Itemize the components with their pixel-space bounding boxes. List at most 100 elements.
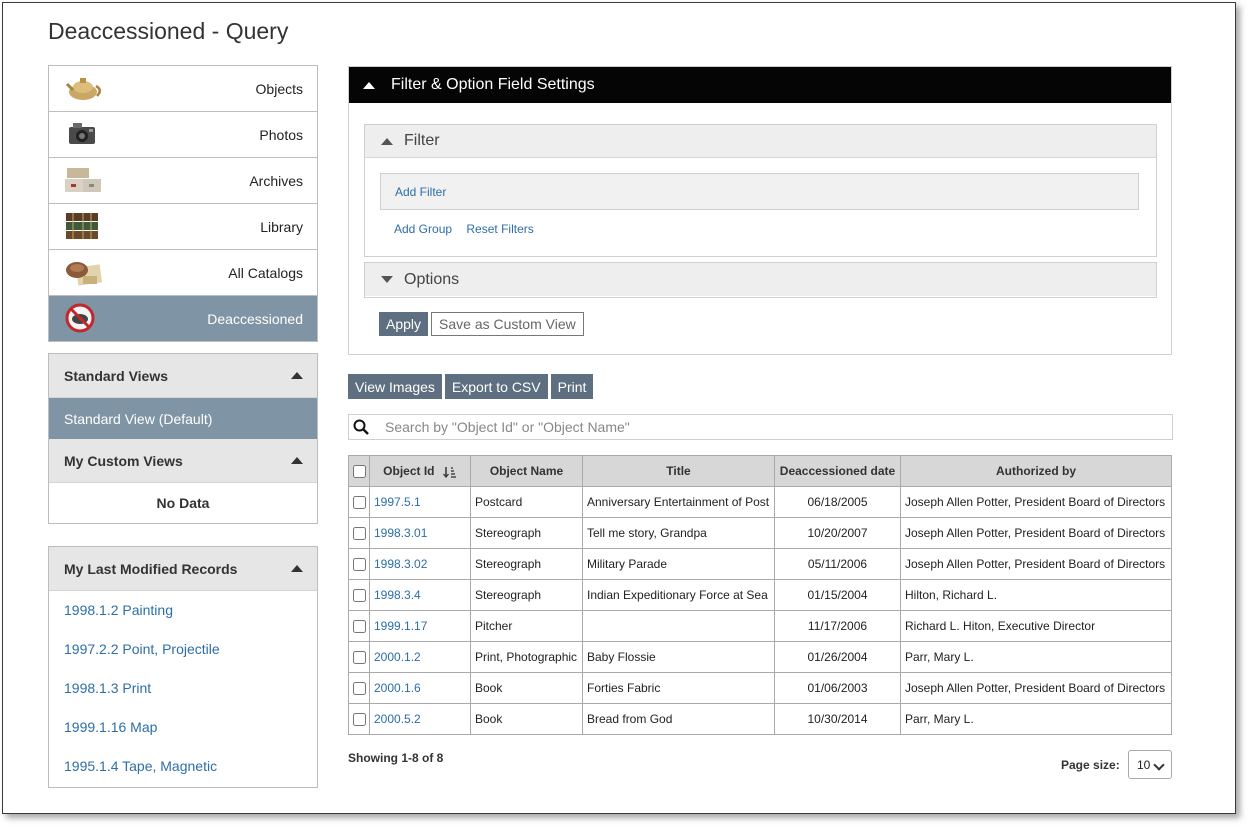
table-row: 1998.3.01 Stereograph Tell me story, Gra… — [348, 517, 1172, 549]
row-select-cell — [348, 703, 370, 735]
authorized-by-cell: Parr, Mary L. — [900, 703, 1172, 735]
table-row: 1998.3.02 Stereograph Military Parade 05… — [348, 548, 1172, 580]
views-panel: Standard Views Standard View (Default) M… — [48, 353, 318, 524]
custom-views-header[interactable]: My Custom Views — [49, 439, 317, 483]
row-select-cell — [348, 486, 370, 518]
collapse-icon[interactable] — [291, 565, 303, 572]
search-bar — [348, 414, 1173, 440]
standard-view-default[interactable]: Standard View (Default) — [49, 398, 317, 439]
catalog-item-deaccessioned[interactable]: Deaccessioned — [49, 296, 317, 341]
column-header-object-id[interactable]: Object Id — [369, 455, 471, 487]
row-select-cell — [348, 548, 370, 580]
catalog-label: Library — [260, 218, 303, 235]
app-window: Deaccessioned - Query Objects Photos Arc… — [2, 2, 1236, 814]
table-row: 1998.3.4 Stereograph Indian Expeditionar… — [348, 579, 1172, 611]
object-id-link[interactable]: 1998.3.4 — [369, 579, 471, 611]
view-images-button[interactable]: View Images — [348, 374, 442, 399]
page-size-select[interactable]: 10 — [1128, 750, 1172, 779]
row-checkbox[interactable] — [352, 527, 366, 541]
row-checkbox[interactable] — [352, 713, 366, 727]
object-name-cell: Book — [470, 672, 583, 704]
filter-buttons: Apply Save as Custom View — [379, 312, 584, 336]
catalog-item-photos[interactable]: Photos — [49, 112, 317, 158]
row-select-cell — [348, 610, 370, 642]
object-name-cell: Print, Photographic — [470, 641, 583, 673]
add-filter-link[interactable]: Add Filter — [380, 173, 1139, 210]
custom-views-empty: No Data — [156, 495, 210, 511]
last-modified-item[interactable]: 1998.1.2 Painting — [49, 591, 317, 630]
select-all-checkbox[interactable] — [352, 465, 366, 479]
add-group-link[interactable]: Add Group — [394, 222, 452, 236]
catalog-menu: Objects Photos Archives Library All Cata… — [48, 65, 318, 342]
last-modified-header[interactable]: My Last Modified Records — [49, 547, 317, 591]
export-csv-button[interactable]: Export to CSV — [444, 374, 548, 399]
row-checkbox[interactable] — [352, 589, 366, 603]
search-input[interactable] — [373, 415, 1147, 439]
collapse-icon[interactable] — [291, 372, 303, 379]
authorized-by-cell: Joseph Allen Potter, President Board of … — [900, 672, 1172, 704]
expand-icon — [381, 276, 393, 283]
filter-option-header[interactable]: Filter & Option Field Settings — [349, 67, 1171, 103]
title-cell: Forties Fabric — [582, 672, 775, 704]
date-cell: 10/30/2014 — [774, 703, 901, 735]
table-row: 2000.1.2 Print, Photographic Baby Flossi… — [348, 641, 1172, 673]
authorized-by-cell: Joseph Allen Potter, President Board of … — [900, 548, 1172, 580]
catalog-item-library[interactable]: Library — [49, 204, 317, 250]
authorized-by-cell: Hilton, Richard L. — [900, 579, 1172, 611]
print-button[interactable]: Print — [550, 374, 594, 399]
authorized-by-cell: Joseph Allen Potter, President Board of … — [900, 517, 1172, 549]
date-cell: 01/26/2004 — [774, 641, 901, 673]
search-icon[interactable] — [349, 415, 373, 439]
collection-icon — [66, 262, 103, 286]
column-header-authorized-by[interactable]: Authorized by — [900, 455, 1172, 487]
standard-views-header[interactable]: Standard Views — [49, 354, 317, 398]
boxes-icon — [65, 168, 101, 192]
options-section-header[interactable]: Options — [365, 263, 1156, 296]
object-id-link[interactable]: 2000.1.6 — [369, 672, 471, 704]
row-select-cell — [348, 641, 370, 673]
authorized-by-cell: Joseph Allen Potter, President Board of … — [900, 486, 1172, 518]
collapse-icon — [363, 81, 375, 89]
date-cell: 10/20/2007 — [774, 517, 901, 549]
row-checkbox[interactable] — [352, 496, 366, 510]
last-modified-item[interactable]: 1998.1.3 Print — [49, 669, 317, 708]
catalog-item-all-catalogs[interactable]: All Catalogs — [49, 250, 317, 296]
catalog-item-objects[interactable]: Objects — [49, 66, 317, 112]
row-checkbox[interactable] — [352, 651, 366, 665]
catalog-item-archives[interactable]: Archives — [49, 158, 317, 204]
collapse-icon[interactable] — [291, 457, 303, 464]
save-custom-view-button[interactable]: Save as Custom View — [431, 312, 584, 336]
table-row: 1999.1.17 Pitcher 11/17/2006 Richard L. … — [348, 610, 1172, 642]
last-modified-item[interactable]: 1995.1.4 Tape, Magnetic — [49, 747, 317, 786]
catalog-label: Archives — [249, 172, 303, 189]
row-checkbox[interactable] — [352, 620, 366, 634]
object-id-link[interactable]: 2000.5.2 — [369, 703, 471, 735]
object-id-link[interactable]: 1999.1.17 — [369, 610, 471, 642]
title-cell: Military Parade — [582, 548, 775, 580]
showing-count: Showing 1-8 of 8 — [348, 751, 444, 765]
page-title: Deaccessioned - Query — [48, 18, 289, 44]
object-id-link[interactable]: 1997.5.1 — [369, 486, 471, 518]
column-header-title[interactable]: Title — [582, 455, 775, 487]
options-section: Options — [364, 262, 1157, 298]
column-header-object-name[interactable]: Object Name — [470, 455, 583, 487]
title-cell: Tell me story, Grandpa — [582, 517, 775, 549]
row-select-cell — [348, 672, 370, 704]
column-header-deaccessioned-date[interactable]: Deaccessioned date — [774, 455, 901, 487]
object-id-link[interactable]: 1998.3.02 — [369, 548, 471, 580]
title-cell: Anniversary Entertainment of Post — [582, 486, 775, 518]
object-id-link[interactable]: 2000.1.2 — [369, 641, 471, 673]
catalog-label: Photos — [259, 126, 303, 143]
date-cell: 01/15/2004 — [774, 579, 901, 611]
object-id-link[interactable]: 1998.3.01 — [369, 517, 471, 549]
object-name-cell: Postcard — [470, 486, 583, 518]
sort-ascending-icon[interactable] — [442, 466, 457, 478]
last-modified-item[interactable]: 1999.1.16 Map — [49, 708, 317, 747]
last-modified-item[interactable]: 1997.2.2 Point, Projectile — [49, 630, 317, 669]
row-checkbox[interactable] — [352, 558, 366, 572]
apply-button[interactable]: Apply — [379, 312, 429, 336]
filter-section-header[interactable]: Filter — [365, 125, 1156, 158]
row-checkbox[interactable] — [352, 682, 366, 696]
reset-filters-link[interactable]: Reset Filters — [466, 222, 533, 236]
books-icon — [66, 213, 98, 239]
